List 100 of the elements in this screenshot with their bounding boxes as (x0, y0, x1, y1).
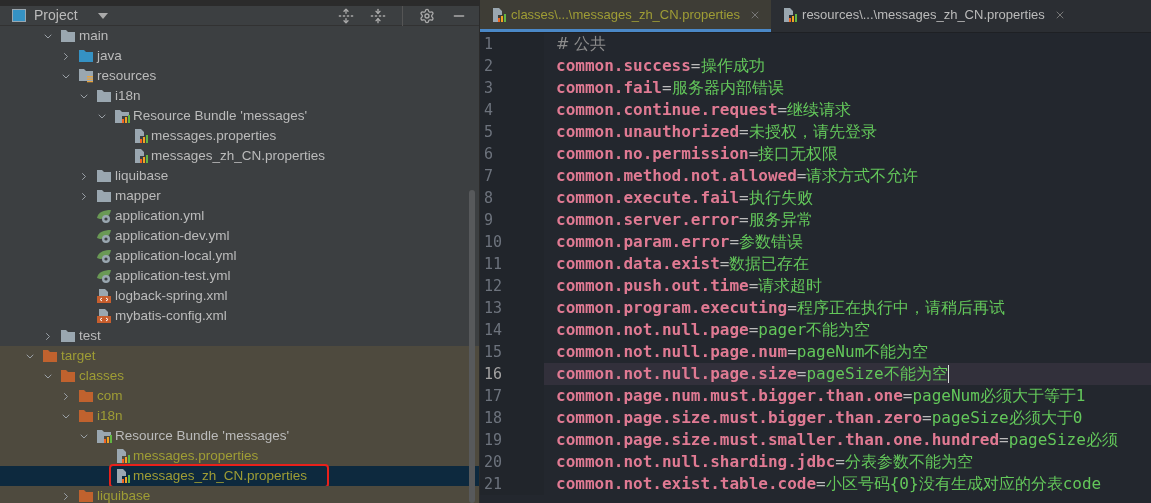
folder-icon (78, 489, 94, 503)
leaf-gear-icon (96, 208, 112, 224)
tree-item[interactable]: application-local.yml (0, 246, 479, 266)
tree-label: application-test.yml (115, 266, 231, 285)
leaf-gear-icon (96, 228, 112, 244)
folder-icon (78, 49, 94, 63)
property-key: common.continue.request (556, 98, 778, 122)
properties-file-icon (781, 6, 798, 23)
scrollbar[interactable] (469, 190, 475, 503)
tree-label: application-local.yml (115, 246, 237, 265)
equals-sign: = (661, 77, 672, 99)
tree-item[interactable]: target (0, 346, 479, 366)
equals-sign: = (902, 385, 913, 407)
tree-label: application-dev.yml (115, 226, 230, 245)
equals-sign: = (777, 99, 788, 121)
property-key: common.page.size.must.bigger.than.zero (556, 406, 923, 430)
folder-icon (60, 29, 76, 43)
equals-sign: = (739, 187, 749, 209)
equals-sign: = (816, 473, 826, 495)
property-value: 未授权，请先登录 (748, 121, 877, 143)
tree-label: messages.properties (151, 126, 277, 145)
property-key: common.data.exist (556, 252, 720, 276)
property-value: 程序正在执行中，请稍后再试 (796, 297, 1005, 319)
tree-label: resources (97, 66, 157, 85)
tree-label: test (79, 326, 101, 345)
tree-item[interactable]: com (0, 386, 479, 406)
tree-label: target (61, 346, 96, 365)
tree-item[interactable]: application-dev.yml (0, 226, 479, 246)
tree-item[interactable]: liquibase (0, 486, 479, 503)
tree-item[interactable]: messages_zh_CN.properties (0, 146, 479, 166)
equals-sign: = (739, 121, 749, 143)
tree-item[interactable]: messages.properties (0, 446, 479, 466)
tree-item[interactable]: messages.properties (0, 126, 479, 146)
tree-label: logback-spring.xml (115, 286, 228, 305)
tree-label: messages_zh_CN.properties (151, 146, 326, 165)
property-value: 请求超时 (758, 275, 823, 297)
collapse-all-icon[interactable] (370, 7, 386, 24)
tree-item[interactable]: i18n (0, 406, 479, 426)
property-value: 分表参数不能为空 (845, 451, 973, 473)
property-key: common.not.null.page.num (556, 340, 788, 364)
tree-item[interactable]: i18n (0, 86, 479, 106)
text-cursor (947, 365, 949, 383)
property-value: 执行失败 (748, 187, 813, 209)
tree-item[interactable]: application-test.yml (0, 266, 479, 286)
property-value: pageSize不能为空 (806, 363, 948, 385)
property-value: 服务异常 (748, 209, 813, 231)
property-value: 参数错误 (739, 231, 804, 253)
property-value: pageNum不能为空 (796, 341, 929, 363)
xml-file-icon (96, 288, 112, 304)
equals-sign: = (796, 363, 807, 385)
tree-item[interactable]: test (0, 326, 479, 346)
tree-item[interactable]: Resource Bundle 'messages' (0, 106, 479, 126)
tab-label: resources\...\messages_zh_CN.properties (802, 5, 1045, 24)
folder-icon (60, 329, 76, 343)
equals-sign: = (835, 451, 845, 473)
leaf-gear-icon (96, 268, 112, 284)
property-value: pageNum必须大于等于1 (912, 385, 1086, 407)
property-key: common.page.size.must.smaller.than.one.hundred (556, 428, 1000, 452)
tree-item[interactable]: resources (0, 66, 479, 86)
tree-item[interactable]: liquibase (0, 166, 479, 186)
property-value: pageSize必须 (1008, 429, 1118, 451)
window-icon (12, 9, 26, 22)
property-key: common.page.num.must.bigger.than.one (556, 384, 903, 408)
tree-item[interactable]: mapper (0, 186, 479, 206)
property-key: common.program.executing (556, 296, 788, 320)
tree-label: liquibase (97, 486, 151, 503)
resources-folder-icon (78, 68, 94, 84)
tree-label: application.yml (115, 206, 205, 225)
property-key: common.fail (556, 76, 662, 100)
dropdown-caret-icon[interactable] (97, 12, 108, 19)
equals-sign: = (748, 275, 759, 297)
tree-label: i18n (115, 86, 141, 105)
property-value: 接口无权限 (758, 143, 839, 165)
tree-label: classes (79, 366, 124, 385)
tree-item[interactable]: logback-spring.xml (0, 286, 479, 306)
equals-sign: = (690, 55, 701, 77)
property-value: pager不能为空 (758, 319, 871, 341)
tree-item[interactable]: Resource Bundle 'messages' (0, 426, 479, 446)
editor-tab[interactable]: resources\...\messages_zh_CN.properties (771, 0, 1076, 32)
tree-item[interactable]: classes (0, 366, 479, 386)
property-key: common.unauthorized (556, 120, 740, 144)
property-key: common.param.error (556, 230, 730, 254)
equals-sign: = (787, 341, 797, 363)
property-value: 数据已存在 (729, 253, 810, 275)
property-value: 请求方式不允许 (806, 165, 919, 187)
tree-item[interactable]: main (0, 26, 479, 46)
property-value: 小区号码{0}没有生成对应的分表code (825, 473, 1102, 495)
property-key: common.method.not.allowed (556, 164, 797, 188)
code-comment: # 公共 (556, 33, 607, 55)
tree-item[interactable]: application.yml (0, 206, 479, 226)
expand-all-icon[interactable] (338, 7, 354, 24)
property-key: common.push.out.time (556, 274, 749, 298)
settings-icon[interactable] (419, 7, 435, 24)
tree-item[interactable]: messages_zh_CN.properties (0, 466, 479, 486)
folder-icon (42, 349, 58, 363)
editor-tab[interactable]: classes\...\messages_zh_CN.properties (480, 0, 772, 32)
equals-sign: = (719, 253, 730, 275)
tree-item[interactable]: java (0, 46, 479, 66)
equals-sign: = (922, 407, 932, 429)
tree-item[interactable]: mybatis-config.xml (0, 306, 479, 326)
